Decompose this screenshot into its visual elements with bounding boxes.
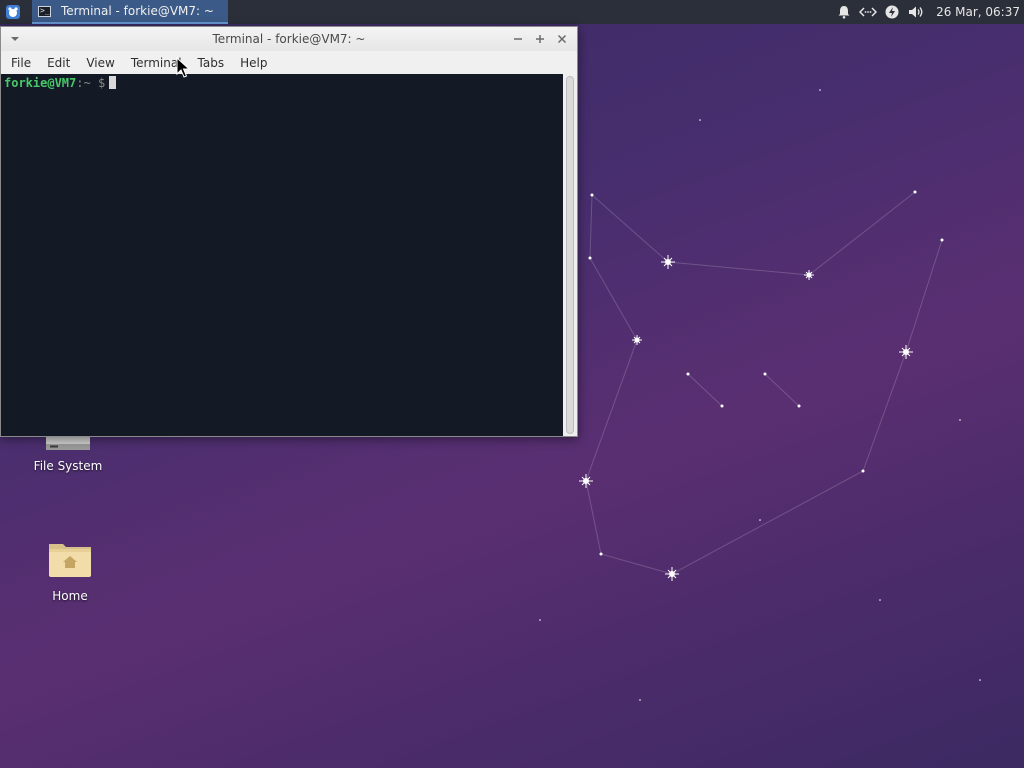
prompt-path: ~ [83,76,91,90]
xfce-mouse-icon [6,5,20,19]
menu-help[interactable]: Help [232,56,275,70]
menu-view[interactable]: View [78,56,122,70]
scrollbar[interactable] [563,74,577,436]
window-titlebar[interactable]: Terminal - forkie@VM7: ~ [1,27,577,51]
home-folder-icon [49,544,91,577]
menu-tabs[interactable]: Tabs [190,56,233,70]
menu-bar: File Edit View Terminal Tabs Help [1,51,577,75]
mouse-pointer-icon [176,57,190,78]
maximize-icon [536,35,544,43]
terminal-area[interactable]: forkie@VM7:~ $ [1,74,563,436]
clock[interactable]: 26 Mar, 06:37 [928,5,1024,19]
minimize-button[interactable] [507,28,529,50]
notification-bell-icon[interactable] [832,0,856,24]
prompt-user: forkie@VM7 [4,76,77,90]
network-icon[interactable] [856,0,880,24]
menu-file[interactable]: File [3,56,39,70]
volume-icon[interactable] [904,0,928,24]
system-tray: 26 Mar, 06:37 [832,0,1024,24]
prompt-symbol: $ [97,76,106,90]
close-button[interactable] [551,28,573,50]
maximize-button[interactable] [529,28,551,50]
desktop-icon-label: File System [33,459,103,473]
desktop-icon-file-system[interactable]: File System [20,436,116,473]
terminal-window: Terminal - forkie@VM7: ~ File Edit View … [0,26,578,437]
minimize-icon [514,38,522,40]
scrollbar-thumb[interactable] [566,76,574,434]
text-cursor [109,76,117,89]
top-panel: >_ Terminal - forkie@VM7: ~ 26 Mar, 06:3… [0,0,1024,24]
taskbar-label: Terminal - forkie@VM7: ~ [61,4,214,18]
close-icon [557,34,567,44]
terminal-icon: >_ [38,5,51,17]
drive-icon [46,436,90,450]
whisker-menu-button[interactable] [0,0,26,24]
menu-edit[interactable]: Edit [39,56,78,70]
desktop-icon-home[interactable]: Home [22,538,118,603]
taskbar-terminal-button[interactable]: >_ Terminal - forkie@VM7: ~ [32,0,228,24]
desktop-icon-label: Home [52,589,88,603]
window-title: Terminal - forkie@VM7: ~ [212,32,366,46]
power-icon[interactable] [880,0,904,24]
